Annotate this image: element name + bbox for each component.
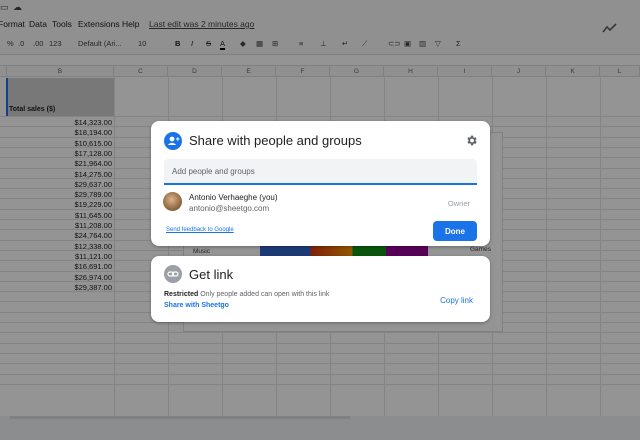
share-dialog-title: Share with people and groups <box>189 133 362 148</box>
link-icon <box>164 265 182 283</box>
add-person-icon <box>164 132 182 150</box>
share-with-sheetgo-link[interactable]: Share with Sheetgo <box>164 302 229 309</box>
get-link-dialog: Get link Restricted Only people added ca… <box>151 256 490 322</box>
link-access-row: Restricted Only people added can open wi… <box>164 291 329 298</box>
person-name: Antonio Verhaeghe (you) <box>189 193 278 202</box>
person-role: Owner <box>447 199 470 208</box>
add-people-input[interactable] <box>164 159 477 185</box>
avatar <box>163 192 182 211</box>
access-description: Only people added can open with this lin… <box>200 291 330 298</box>
gear-icon[interactable] <box>465 134 478 147</box>
send-feedback-link[interactable]: Send feedback to Google <box>166 227 234 233</box>
done-button[interactable]: Done <box>433 221 477 241</box>
person-email: antonio@sheetgo.com <box>189 204 270 213</box>
copy-link-button[interactable]: Copy link <box>440 296 473 305</box>
share-dialog: Share with people and groups Antonio Ver… <box>151 121 490 246</box>
access-status[interactable]: Restricted <box>164 291 198 298</box>
get-link-title: Get link <box>189 267 234 282</box>
